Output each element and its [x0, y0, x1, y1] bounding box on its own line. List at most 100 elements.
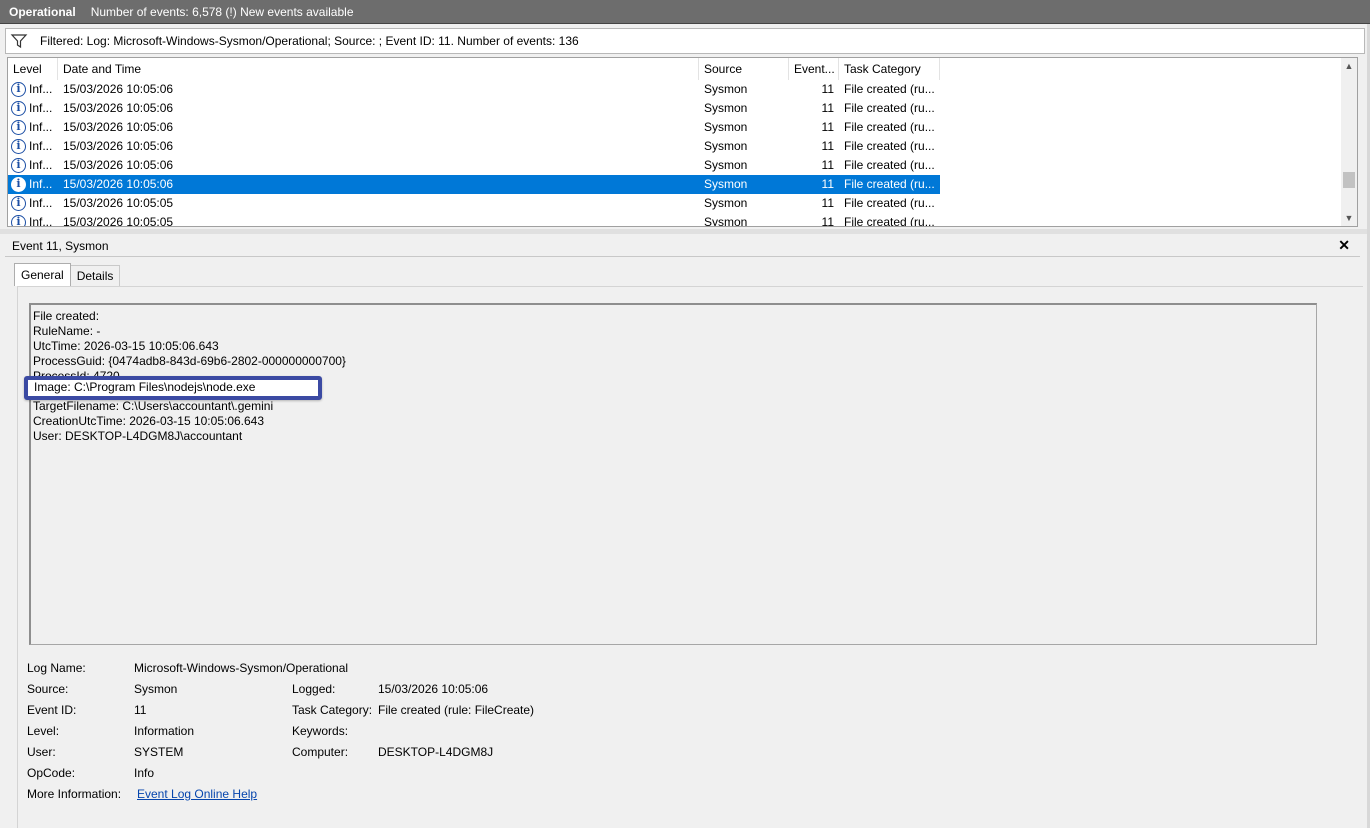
row-event-id-cell: 11: [789, 156, 839, 175]
info-icon: i: [11, 196, 26, 211]
row-date-cell: 15/03/2026 10:05:05: [58, 194, 699, 213]
row-event-id-cell: 11: [789, 118, 839, 137]
info-icon: i: [11, 215, 26, 226]
grid-rows: i Inf... 15/03/2026 10:05:06 Sysmon 11 File c…: [8, 80, 1343, 227]
column-header-task-category[interactable]: Task Category: [839, 58, 940, 80]
event-row[interactable]: i Inf... 15/03/2026 10:05:06 Sysmon 11 File c…: [8, 137, 1343, 156]
row-date-cell-text: 15/03/2026 10:05:06: [63, 139, 174, 153]
row-event-id-cell-text: 11: [821, 120, 834, 134]
pane-splitter[interactable]: [0, 229, 1370, 234]
grid-header: Level Date and Time Source Event... Task…: [8, 58, 1343, 80]
row-task-category-cell: File created (ru...: [839, 99, 940, 118]
column-header-date[interactable]: Date and Time: [58, 58, 699, 80]
events-grid[interactable]: Level Date and Time Source Event... Task…: [7, 57, 1358, 227]
row-task-category-cell: File created (ru...: [839, 194, 940, 213]
scroll-down-icon[interactable]: ▼: [1341, 210, 1357, 226]
row-task-category-cell-text: File created (ru...: [844, 120, 935, 134]
row-event-id-cell: 11: [789, 213, 839, 226]
row-date-cell-text: 15/03/2026 10:05:05: [63, 215, 174, 227]
level-label: Level:: [27, 724, 60, 738]
row-date-cell-text: 15/03/2026 10:05:06: [63, 158, 174, 172]
tab-general[interactable]: General: [14, 263, 71, 286]
row-source-cell-text: Sysmon: [704, 215, 748, 227]
row-source-cell-text: Sysmon: [704, 120, 748, 134]
event-row[interactable]: i Inf... 15/03/2026 10:05:05 Sysmon 11 File c…: [8, 213, 1343, 227]
column-header-source[interactable]: Source: [699, 58, 789, 80]
message-line: File created:: [33, 309, 100, 323]
opcode-label: OpCode:: [27, 766, 76, 780]
event-row[interactable]: i Inf... 15/03/2026 10:05:05 Sysmon 11 File c…: [8, 194, 1343, 213]
row-date-cell-text: 15/03/2026 10:05:06: [63, 101, 174, 115]
info-icon: i: [11, 120, 26, 135]
row-source-cell: Sysmon: [699, 175, 789, 194]
message-line: ProcessGuid: {0474adb8-843d-69b6-2802-00…: [33, 354, 346, 368]
row-task-category-cell: File created (ru...: [839, 175, 940, 194]
source-label: Source:: [27, 682, 69, 696]
row-event-id-cell-text: 11: [821, 158, 834, 172]
row-event-id-cell-text: 11: [821, 82, 834, 96]
event-log-online-help-link[interactable]: Event Log Online Help: [137, 786, 257, 802]
opcode-value: Info: [134, 766, 155, 780]
event-row[interactable]: i Inf... 15/03/2026 10:05:06 Sysmon 11 File c…: [8, 156, 1343, 175]
image-path-highlight: Image: C:\Program Files\nodejs\node.exe: [24, 376, 322, 400]
row-level-cell-text: Inf...: [29, 139, 53, 153]
row-source-cell: Sysmon: [699, 118, 789, 137]
row-level-cell: i Inf...: [8, 80, 58, 99]
event-row[interactable]: i Inf... 15/03/2026 10:05:06 Sysmon 11 File c…: [8, 99, 1343, 118]
source-value: Sysmon: [134, 682, 178, 696]
row-source-cell-text: Sysmon: [704, 101, 748, 115]
column-header-level[interactable]: Level: [8, 58, 58, 80]
logged-label: Logged:: [292, 682, 336, 696]
message-line: TargetFilename: C:\Users\accountant\.gem…: [33, 399, 274, 413]
task-category-label: Task Category:: [292, 703, 373, 717]
info-icon: i: [11, 139, 26, 154]
row-level-cell: i Inf...: [8, 156, 58, 175]
row-task-category-cell: File created (ru...: [839, 118, 940, 137]
event-message-box[interactable]: File created: RuleName: - UtcTime: 2026-…: [29, 303, 1317, 645]
row-event-id-cell-text: 11: [821, 177, 834, 191]
row-level-cell-text: Inf...: [29, 158, 53, 172]
info-icon: i: [11, 82, 26, 97]
row-level-cell: i Inf...: [8, 175, 58, 194]
row-level-cell-text: Inf...: [29, 215, 53, 227]
close-icon[interactable]: ✕: [1338, 237, 1350, 254]
computer-value: DESKTOP-L4DGM8J: [378, 745, 494, 759]
row-level-cell: i Inf...: [8, 118, 58, 137]
funnel-icon: [10, 34, 28, 49]
detail-header: Event 11, Sysmon ✕: [5, 235, 1360, 257]
row-source-cell: Sysmon: [699, 156, 789, 175]
column-header-event-id[interactable]: Event...: [789, 58, 839, 80]
event-count-text: Number of events: 6,578 (!) New events a…: [90, 4, 354, 19]
row-source-cell: Sysmon: [699, 80, 789, 99]
event-id-label: Event ID:: [27, 703, 77, 717]
filter-bar: Filtered: Log: Microsoft-Windows-Sysmon/…: [5, 28, 1365, 54]
scroll-up-icon[interactable]: ▲: [1341, 58, 1357, 74]
row-task-category-cell-text: File created (ru...: [844, 177, 935, 191]
row-event-id-cell: 11: [789, 137, 839, 156]
tab-details[interactable]: Details: [69, 265, 121, 286]
log-title: Operational: [9, 4, 76, 19]
event-row[interactable]: i Inf... 15/03/2026 10:05:06 Sysmon 11 File c…: [8, 80, 1343, 99]
row-source-cell-text: Sysmon: [704, 82, 748, 96]
row-event-id-cell-text: 11: [821, 101, 834, 115]
more-information-label: More Information:: [27, 787, 122, 801]
row-source-cell: Sysmon: [699, 194, 789, 213]
info-icon: i: [11, 177, 26, 192]
row-level-cell-text: Inf...: [29, 120, 53, 134]
row-task-category-cell-text: File created (ru...: [844, 139, 935, 153]
scroll-thumb[interactable]: [1343, 172, 1355, 188]
event-row[interactable]: i Inf... 15/03/2026 10:05:06 Sysmon 11 File c…: [8, 118, 1343, 137]
logged-value: 15/03/2026 10:05:06: [378, 682, 489, 696]
user-value: SYSTEM: [134, 745, 184, 759]
row-source-cell: Sysmon: [699, 137, 789, 156]
detail-tabs: General Details: [14, 263, 121, 286]
grid-scrollbar[interactable]: ▲ ▼: [1341, 58, 1357, 226]
row-task-category-cell-text: File created (ru...: [844, 101, 935, 115]
row-date-cell: 15/03/2026 10:05:06: [58, 156, 699, 175]
row-task-category-cell: File created (ru...: [839, 156, 940, 175]
row-date-cell: 15/03/2026 10:05:06: [58, 175, 699, 194]
log-name-value: Microsoft-Windows-Sysmon/Operational: [134, 661, 349, 675]
event-row[interactable]: i Inf... 15/03/2026 10:05:06 Sysmon 11 File c…: [8, 175, 940, 194]
row-source-cell-text: Sysmon: [704, 177, 748, 191]
row-level-cell-text: Inf...: [29, 82, 53, 96]
